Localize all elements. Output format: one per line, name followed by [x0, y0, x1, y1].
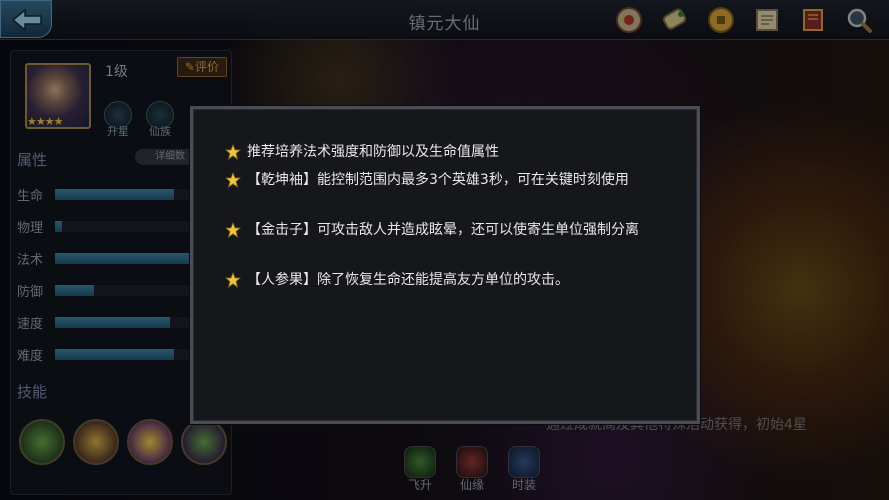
tip-text: 【乾坤袖】能控制范围内最多3个英雄3秒，可在关键时刻使用 [247, 172, 629, 188]
tip-text: 推荐培养法术强度和防御以及生命值属性 [247, 144, 499, 160]
star-icon [225, 144, 241, 160]
tip-text: 【金击子】可攻击敌人并造成眩晕，还可以使寄生单位强制分离 [247, 222, 639, 238]
tip-item: 推荐培养法术强度和防御以及生命值属性 [225, 141, 665, 163]
tip-item: 【人参果】除了恢复生命还能提高友方单位的攻击。 [225, 269, 665, 291]
star-icon [225, 222, 241, 238]
star-icon [225, 172, 241, 188]
tip-item: 【乾坤袖】能控制范围内最多3个英雄3秒，可在关键时刻使用 [225, 169, 665, 191]
tip-text: 【人参果】除了恢复生命还能提高友方单位的攻击。 [247, 272, 569, 288]
tip-item: 【金击子】可攻击敌人并造成眩晕，还可以使寄生单位强制分离 [225, 219, 665, 241]
tips-modal: 推荐培养法术强度和防御以及生命值属性 【乾坤袖】能控制范围内最多3个英雄3秒，可… [190, 106, 700, 424]
star-icon [225, 272, 241, 288]
